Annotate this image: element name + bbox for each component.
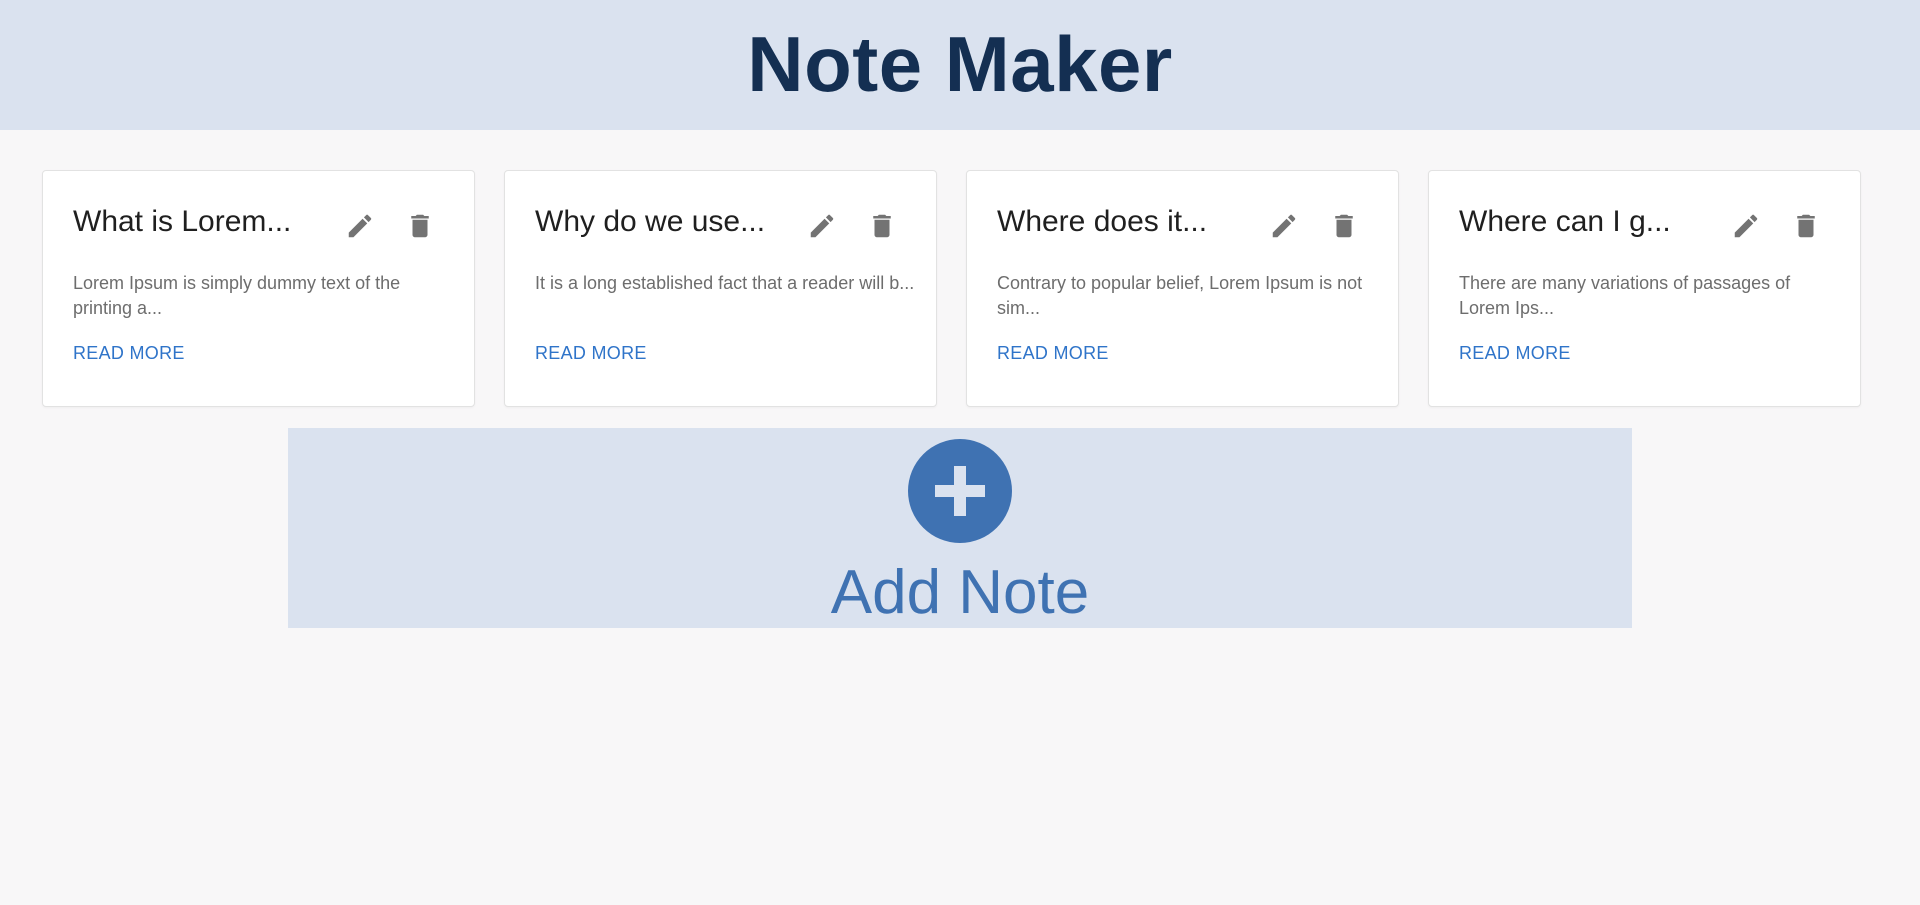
trash-icon bbox=[1335, 214, 1353, 238]
note-title: Why do we use... bbox=[535, 205, 766, 238]
trash-icon bbox=[1797, 214, 1815, 238]
trash-icon bbox=[411, 214, 429, 238]
read-more-link[interactable]: READ MORE bbox=[73, 343, 185, 364]
add-note-button[interactable]: Add Note bbox=[288, 428, 1632, 628]
note-title: Where can I g... bbox=[1459, 205, 1671, 238]
pencil-icon bbox=[1272, 214, 1296, 238]
notes-grid: What is Lorem... Lorem Ipsum is simply d… bbox=[42, 170, 1861, 407]
note-title: Where does it... bbox=[997, 205, 1208, 238]
note-actions bbox=[807, 211, 897, 241]
delete-button[interactable] bbox=[1791, 211, 1821, 241]
pencil-icon bbox=[1734, 214, 1758, 238]
read-more-link[interactable]: READ MORE bbox=[535, 343, 647, 364]
note-excerpt: It is a long established fact that a rea… bbox=[535, 273, 915, 293]
edit-button[interactable] bbox=[1731, 211, 1761, 241]
edit-button[interactable] bbox=[807, 211, 837, 241]
note-excerpt: There are many variations of passages of… bbox=[1459, 273, 1791, 318]
delete-button[interactable] bbox=[867, 211, 897, 241]
trash-icon bbox=[873, 214, 891, 238]
note-card: What is Lorem... Lorem Ipsum is simply d… bbox=[42, 170, 475, 407]
note-excerpt: Contrary to popular belief, Lorem Ipsum … bbox=[997, 273, 1363, 318]
pencil-icon bbox=[348, 214, 372, 238]
delete-button[interactable] bbox=[1329, 211, 1359, 241]
delete-button[interactable] bbox=[405, 211, 435, 241]
add-note-label: Add Note bbox=[830, 558, 1090, 627]
note-actions bbox=[345, 211, 435, 241]
note-card: Why do we use... It is a long establishe… bbox=[504, 170, 937, 407]
plus-icon bbox=[935, 466, 985, 516]
note-actions bbox=[1269, 211, 1359, 241]
app-title: Note Maker bbox=[747, 19, 1173, 108]
read-more-link[interactable]: READ MORE bbox=[997, 343, 1109, 364]
edit-button[interactable] bbox=[1269, 211, 1299, 241]
edit-button[interactable] bbox=[345, 211, 375, 241]
note-title: What is Lorem... bbox=[73, 205, 292, 238]
read-more-link[interactable]: READ MORE bbox=[1459, 343, 1571, 364]
note-actions bbox=[1731, 211, 1821, 241]
app-header: Note Maker bbox=[0, 0, 1920, 130]
note-excerpt: Lorem Ipsum is simply dummy text of the … bbox=[73, 273, 401, 318]
note-card: Where does it... Contrary to popular bel… bbox=[966, 170, 1399, 407]
note-card: Where can I g... There are many variatio… bbox=[1428, 170, 1861, 407]
pencil-icon bbox=[810, 214, 834, 238]
add-note-circle[interactable] bbox=[908, 439, 1012, 543]
